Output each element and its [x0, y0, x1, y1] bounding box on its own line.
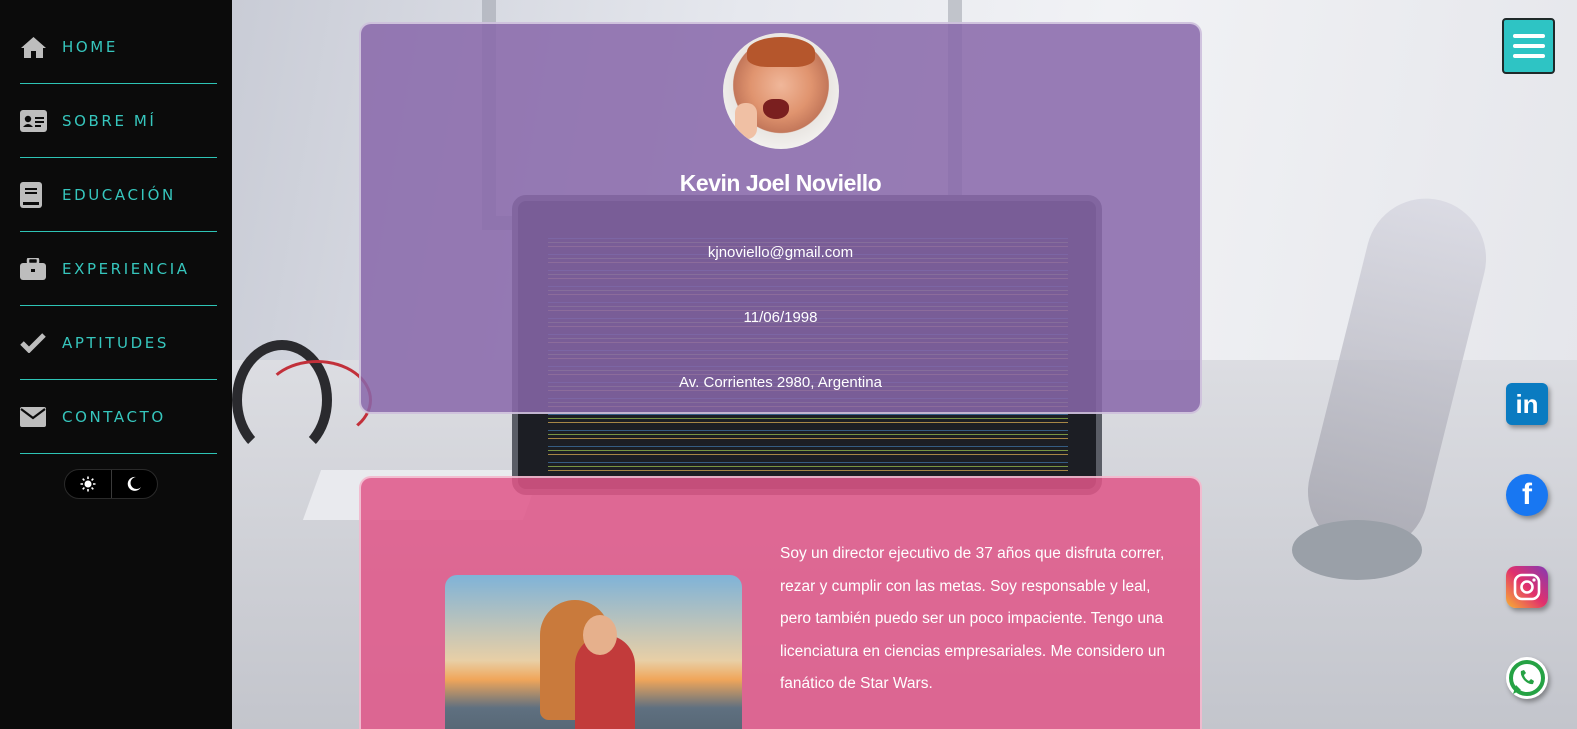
sidebar-item-label: APTITUDES [62, 333, 169, 352]
sidebar-item-label: HOME [62, 37, 118, 56]
sidebar-item-experiencia[interactable]: EXPERIENCIA [20, 232, 217, 306]
sidebar-item-aptitudes[interactable]: APTITUDES [20, 306, 217, 380]
profile-email: kjnoviello@gmail.com [707, 244, 854, 261]
hamburger-icon [1512, 34, 1545, 38]
profile-address: Av. Corrientes 2980, Argentina [679, 374, 882, 391]
home-icon [20, 35, 50, 59]
menu-button[interactable] [1502, 18, 1555, 74]
sidebar-item-label: EXPERIENCIA [62, 259, 190, 278]
sidebar-item-label: SOBRE MÍ [62, 111, 157, 130]
envelope-icon [20, 406, 50, 427]
facebook-icon[interactable]: f [1506, 474, 1548, 516]
sidebar-item-home[interactable]: HOME [20, 10, 217, 84]
avatar [723, 33, 839, 149]
theme-toggle[interactable] [64, 469, 158, 499]
instagram-icon[interactable] [1506, 566, 1548, 608]
sun-icon[interactable] [65, 470, 111, 498]
sidebar-item-educacion[interactable]: EDUCACIÓN [20, 158, 217, 232]
profile-name: Kevin Joel Noviello [679, 170, 882, 196]
check-icon [20, 332, 50, 353]
sidebar-item-contacto[interactable]: CONTACTO [20, 380, 217, 454]
moon-icon[interactable] [110, 470, 158, 498]
whatsapp-icon[interactable] [1506, 657, 1548, 699]
sidebar: HOME SOBRE MÍ EDUCACIÓN EXPERIENCIA APTI… [0, 0, 232, 729]
id-card-icon [20, 109, 50, 132]
book-icon [20, 181, 50, 208]
briefcase-icon [20, 257, 50, 280]
sidebar-item-sobre-mi[interactable]: SOBRE MÍ [20, 84, 217, 158]
about-card: Soy un director ejecutivo de 37 años que… [359, 476, 1202, 729]
about-text: Soy un director ejecutivo de 37 años que… [780, 545, 1166, 692]
profile-card: Kevin Joel Noviello kjnoviello@gmail.com… [359, 22, 1202, 414]
sidebar-item-label: CONTACTO [62, 407, 166, 426]
profile-birthdate: 11/06/1998 [743, 309, 818, 326]
about-photo [445, 575, 742, 729]
sidebar-item-label: EDUCACIÓN [62, 185, 176, 204]
linkedin-icon[interactable]: in [1506, 383, 1548, 425]
